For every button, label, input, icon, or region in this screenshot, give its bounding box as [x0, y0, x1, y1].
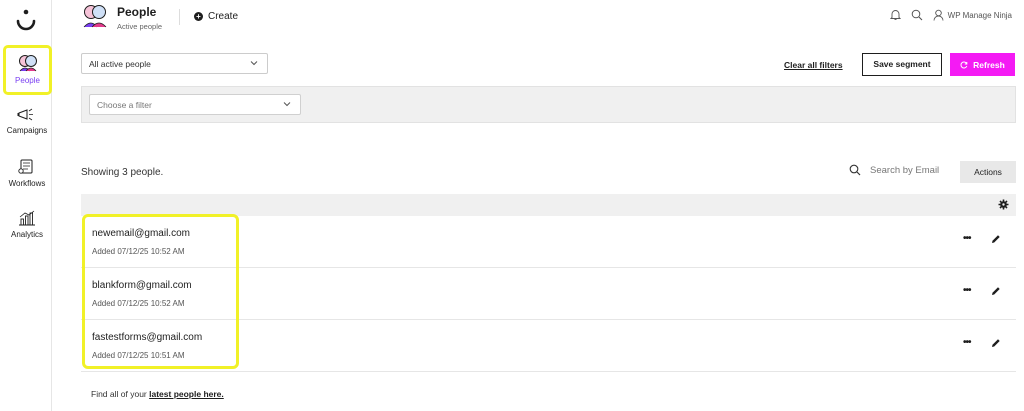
- filter-placeholder: Choose a filter: [97, 100, 152, 110]
- segment-value: All active people: [89, 59, 151, 69]
- create-button[interactable]: + Create: [194, 11, 238, 22]
- chevron-down-icon: [283, 102, 291, 107]
- pencil-icon[interactable]: [991, 286, 1001, 296]
- search-icon[interactable]: [911, 9, 923, 21]
- sidebar-item-label: Workflows: [8, 179, 46, 188]
- user-name: WP Manage Ninja: [947, 10, 1012, 20]
- chevron-down-icon: [250, 61, 258, 66]
- search-icon: [849, 164, 861, 176]
- person-added-date: Added 07/12/25 10:51 AM: [92, 351, 185, 360]
- footer-text: Find all of your: [91, 389, 147, 399]
- sidebar-item-label: Analytics: [10, 230, 43, 239]
- footer-note: Find all of your latest people here.: [91, 389, 224, 399]
- search-input[interactable]: Search by Email: [870, 165, 939, 176]
- plus-icon: +: [194, 12, 203, 21]
- person-email[interactable]: blankform@gmail.com: [92, 280, 192, 291]
- sidebar-item-label: People: [15, 76, 40, 85]
- people-icon: [18, 55, 37, 72]
- sidebar-item-campaigns[interactable]: Campaigns: [2, 108, 52, 135]
- email-search[interactable]: Search by Email: [849, 164, 939, 176]
- bell-icon[interactable]: [889, 9, 901, 21]
- person-email[interactable]: newemail@gmail.com: [92, 228, 190, 239]
- person-added-date: Added 07/12/25 10:52 AM: [92, 247, 185, 256]
- person-email[interactable]: fastestforms@gmail.com: [92, 332, 202, 343]
- clear-filters-link[interactable]: Clear all filters: [784, 60, 843, 70]
- pencil-icon[interactable]: [991, 234, 1001, 244]
- more-options-button[interactable]: •••: [963, 285, 971, 296]
- pencil-icon[interactable]: [991, 338, 1001, 348]
- analytics-icon: [19, 210, 35, 226]
- table-row[interactable]: newemail@gmail.com Added 07/12/25 10:52 …: [81, 216, 1016, 268]
- refresh-label: Refresh: [973, 59, 1005, 70]
- app-logo[interactable]: [14, 8, 38, 36]
- table-header: [81, 194, 1016, 216]
- megaphone-icon: [17, 108, 33, 121]
- user-icon: [933, 9, 944, 21]
- page-header: People Active people + Create WP Manage …: [52, 0, 1024, 36]
- user-menu[interactable]: WP Manage Ninja: [933, 9, 1012, 21]
- page-title: People: [117, 5, 157, 19]
- sidebar-item-label: Campaigns: [6, 126, 48, 135]
- refresh-button[interactable]: Refresh: [950, 53, 1015, 76]
- table-row[interactable]: fastestforms@gmail.com Added 07/12/25 10…: [81, 320, 1016, 372]
- actions-button[interactable]: Actions: [960, 161, 1016, 183]
- people-icon: [83, 5, 107, 28]
- save-segment-button[interactable]: Save segment: [862, 53, 942, 76]
- header-actions: WP Manage Ninja: [889, 9, 1012, 21]
- person-added-date: Added 07/12/25 10:52 AM: [92, 299, 185, 308]
- sidebar-item-workflows[interactable]: Workflows: [2, 159, 52, 188]
- sidebar-item-analytics[interactable]: Analytics: [2, 210, 52, 239]
- header-divider: [179, 9, 180, 25]
- more-options-button[interactable]: •••: [963, 233, 971, 244]
- filter-select[interactable]: Choose a filter: [89, 94, 301, 115]
- create-label: Create: [208, 11, 239, 22]
- sidebar-item-people[interactable]: People: [3, 45, 52, 95]
- filter-panel: Choose a filter: [81, 86, 1016, 123]
- table-row[interactable]: blankform@gmail.com Added 07/12/25 10:52…: [81, 268, 1016, 320]
- latest-people-link[interactable]: latest people here.: [149, 389, 224, 399]
- more-options-button[interactable]: •••: [963, 337, 971, 348]
- workflow-icon: [18, 159, 33, 174]
- page-subtitle: Active people: [117, 22, 163, 31]
- refresh-icon: [960, 61, 968, 68]
- segment-select[interactable]: All active people: [81, 53, 268, 74]
- results-count: Showing 3 people.: [81, 167, 164, 178]
- sidebar: People Campaigns Workflows Analytics: [0, 0, 52, 411]
- gear-icon[interactable]: [998, 199, 1009, 210]
